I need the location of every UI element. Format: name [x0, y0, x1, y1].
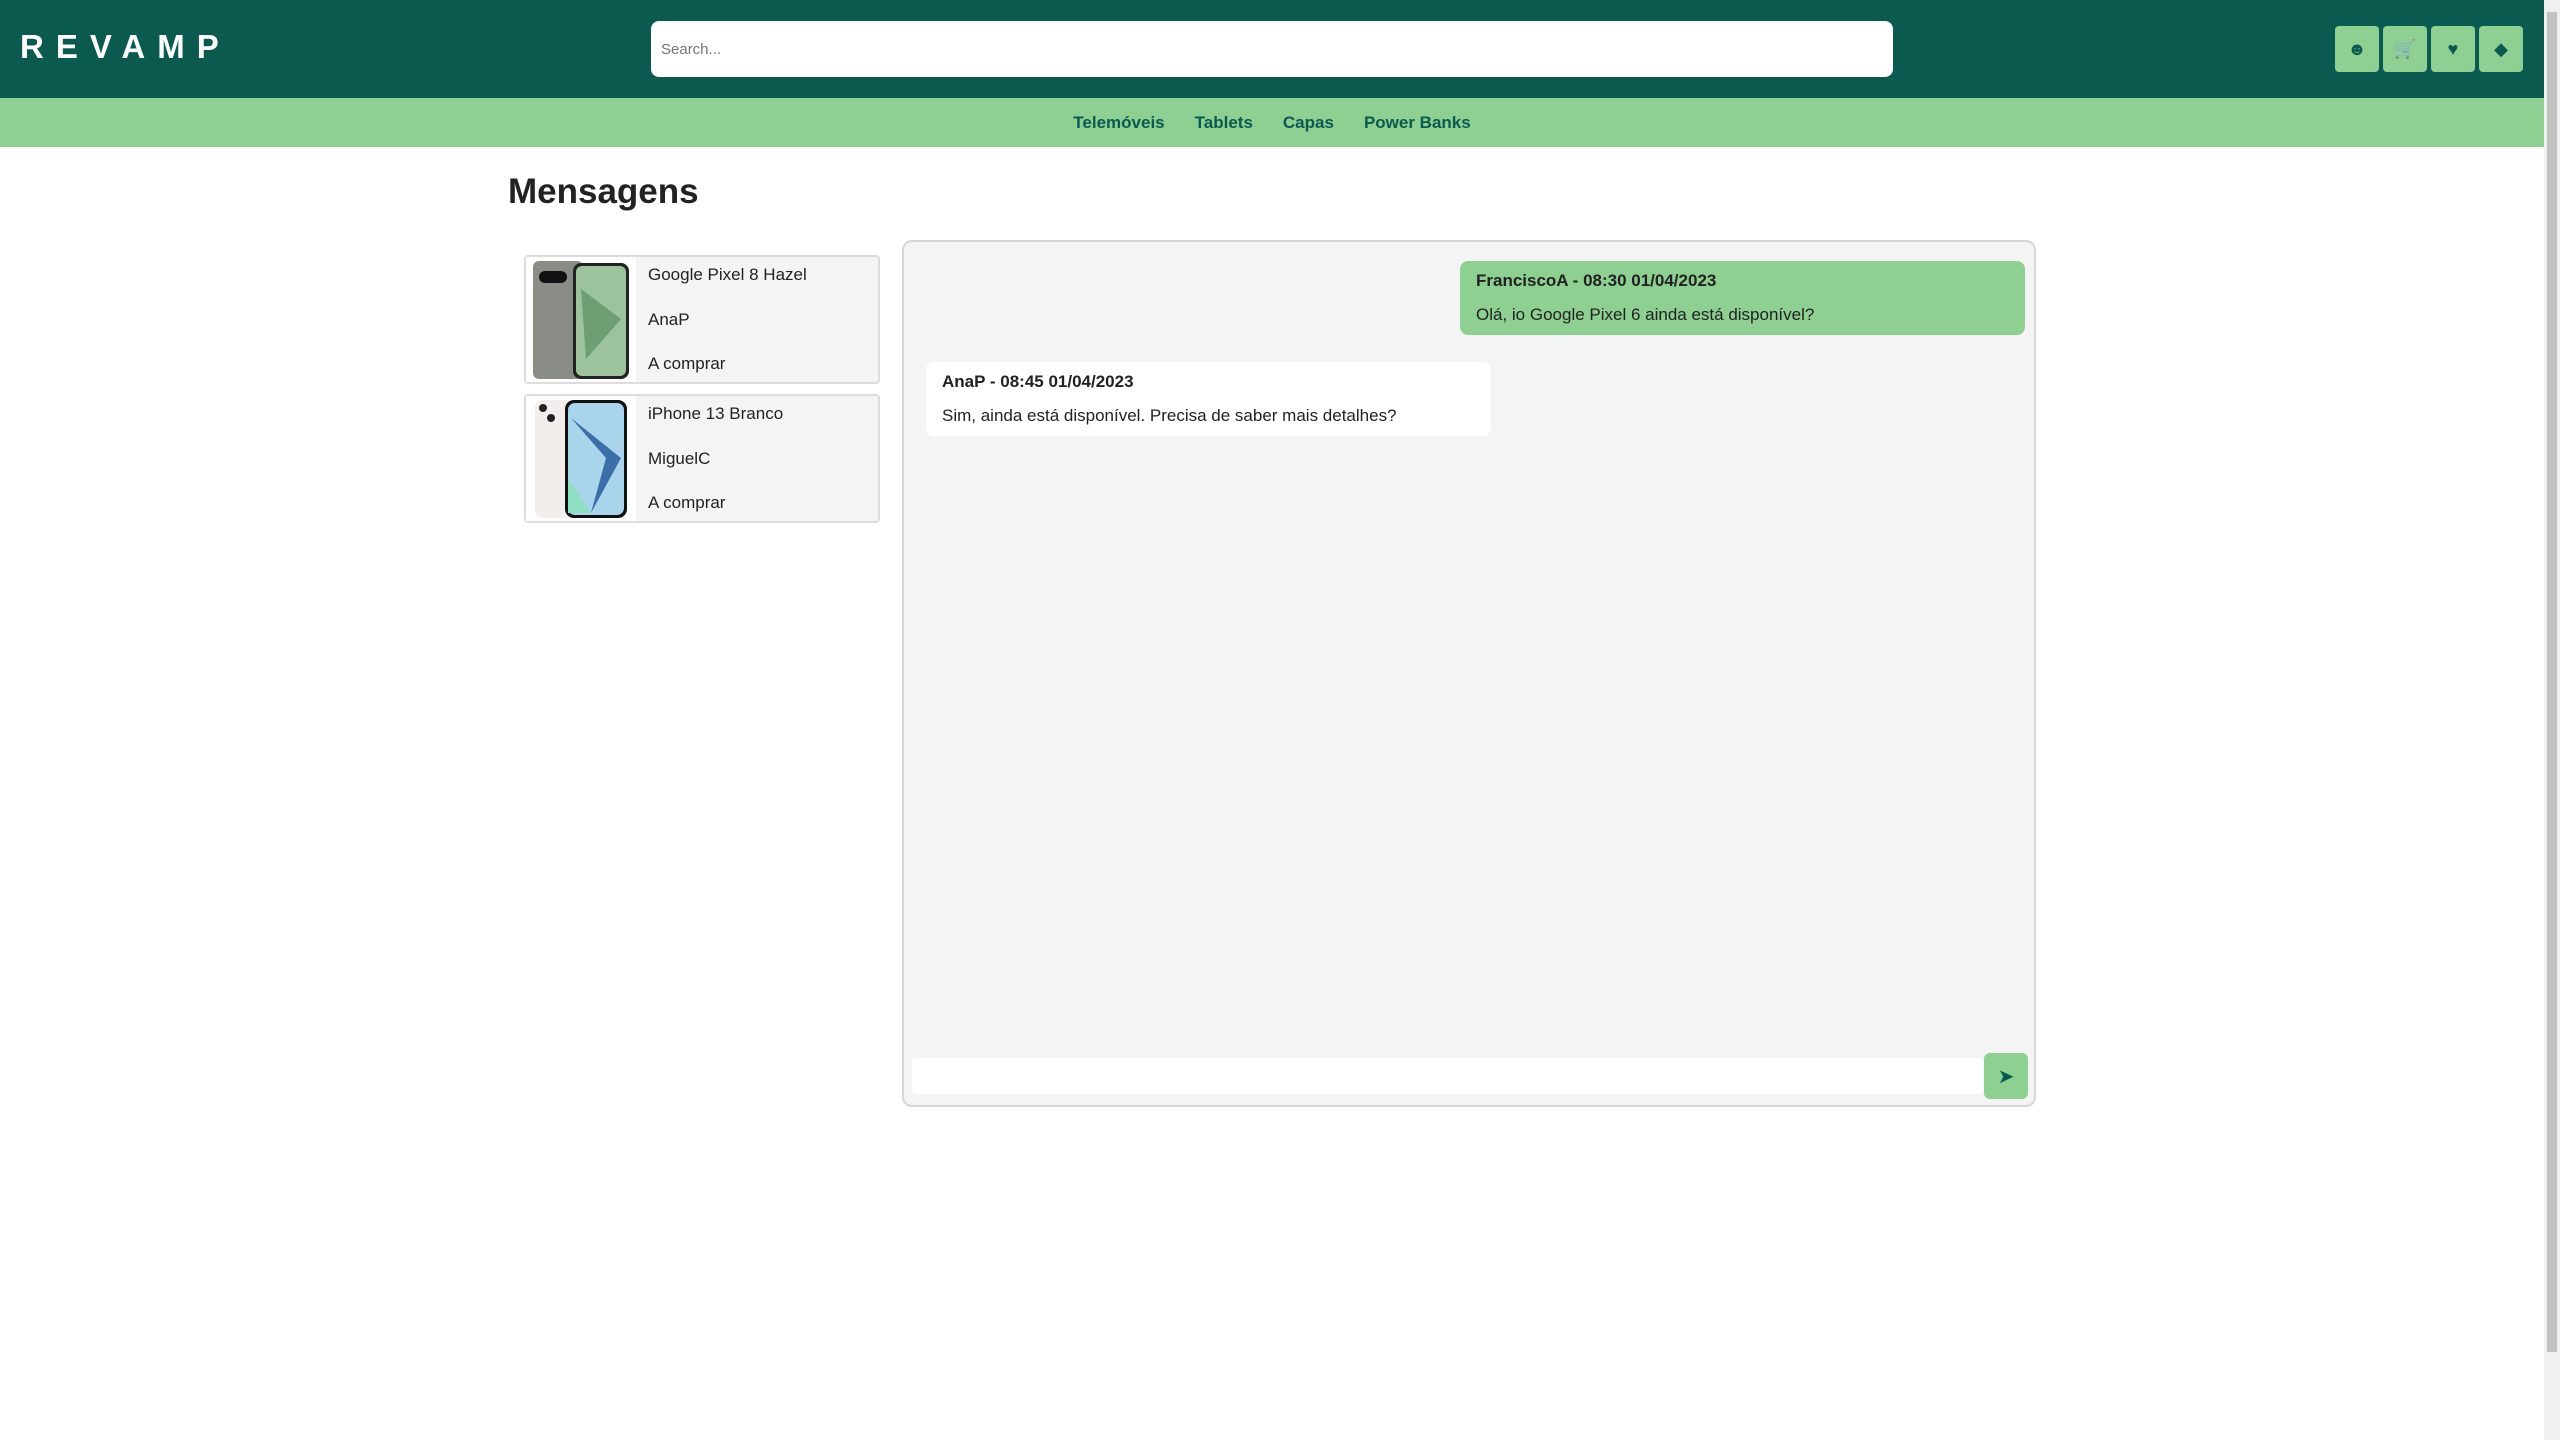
- conversation-item[interactable]: iPhone 13 Branco MiguelC A comprar: [524, 394, 880, 523]
- user-icon: ☻: [2347, 38, 2367, 59]
- tag-icon: ◆: [2494, 38, 2508, 59]
- product-name: iPhone 13 Branco: [648, 404, 784, 423]
- message-text: Sim, ainda está disponível. Precisa de s…: [942, 406, 1397, 425]
- message-input[interactable]: [912, 1058, 1983, 1094]
- message-header: FranciscoA - 08:30 01/04/2023: [1476, 271, 1717, 290]
- account-button[interactable]: ☻: [2335, 26, 2379, 72]
- product-image: [526, 257, 636, 382]
- product-image: [526, 396, 636, 521]
- conversation-item[interactable]: Google Pixel 8 Hazel AnaP A comprar: [524, 255, 880, 384]
- message-sent: FranciscoA - 08:30 01/04/2023 Olá, io Go…: [1460, 261, 2025, 335]
- logo[interactable]: REVAMP: [20, 28, 231, 66]
- page-scrollbar[interactable]: [2544, 0, 2560, 1440]
- cart-icon: 🛒: [2393, 38, 2417, 59]
- product-name: Google Pixel 8 Hazel: [648, 265, 807, 284]
- chat-panel: FranciscoA - 08:30 01/04/2023 Olá, io Go…: [902, 240, 2036, 1107]
- sell-button[interactable]: ◆: [2479, 26, 2523, 72]
- favorites-button[interactable]: ♥: [2431, 26, 2475, 72]
- nav-telemoveis[interactable]: Telemóveis: [1073, 113, 1164, 133]
- cart-button[interactable]: 🛒: [2383, 26, 2427, 72]
- user-name: AnaP: [648, 309, 690, 329]
- heart-icon: ♥: [2447, 38, 2459, 59]
- category-nav: Telemóveis Tablets Capas Power Banks: [0, 98, 2544, 147]
- user-name: MiguelC: [648, 448, 711, 468]
- status: A comprar: [648, 354, 726, 373]
- nav-tablets[interactable]: Tablets: [1195, 113, 1253, 133]
- send-icon: ➤: [1997, 1065, 2015, 1088]
- search-input[interactable]: [651, 21, 1893, 77]
- header: REVAMP ☻ 🛒 ♥ ◆: [0, 0, 2544, 98]
- message-header: AnaP - 08:45 01/04/2023: [942, 372, 1134, 391]
- status: A comprar: [648, 493, 726, 512]
- nav-capas[interactable]: Capas: [1283, 113, 1334, 133]
- nav-power-banks[interactable]: Power Banks: [1364, 113, 1471, 133]
- scrollbar-thumb[interactable]: [2547, 12, 2557, 1352]
- page-title: Mensagens: [508, 172, 699, 211]
- message-text: Olá, io Google Pixel 6 ainda está dispon…: [1476, 305, 1815, 324]
- message-received: AnaP - 08:45 01/04/2023 Sim, ainda está …: [926, 362, 1491, 436]
- send-button[interactable]: ➤: [1984, 1053, 2028, 1099]
